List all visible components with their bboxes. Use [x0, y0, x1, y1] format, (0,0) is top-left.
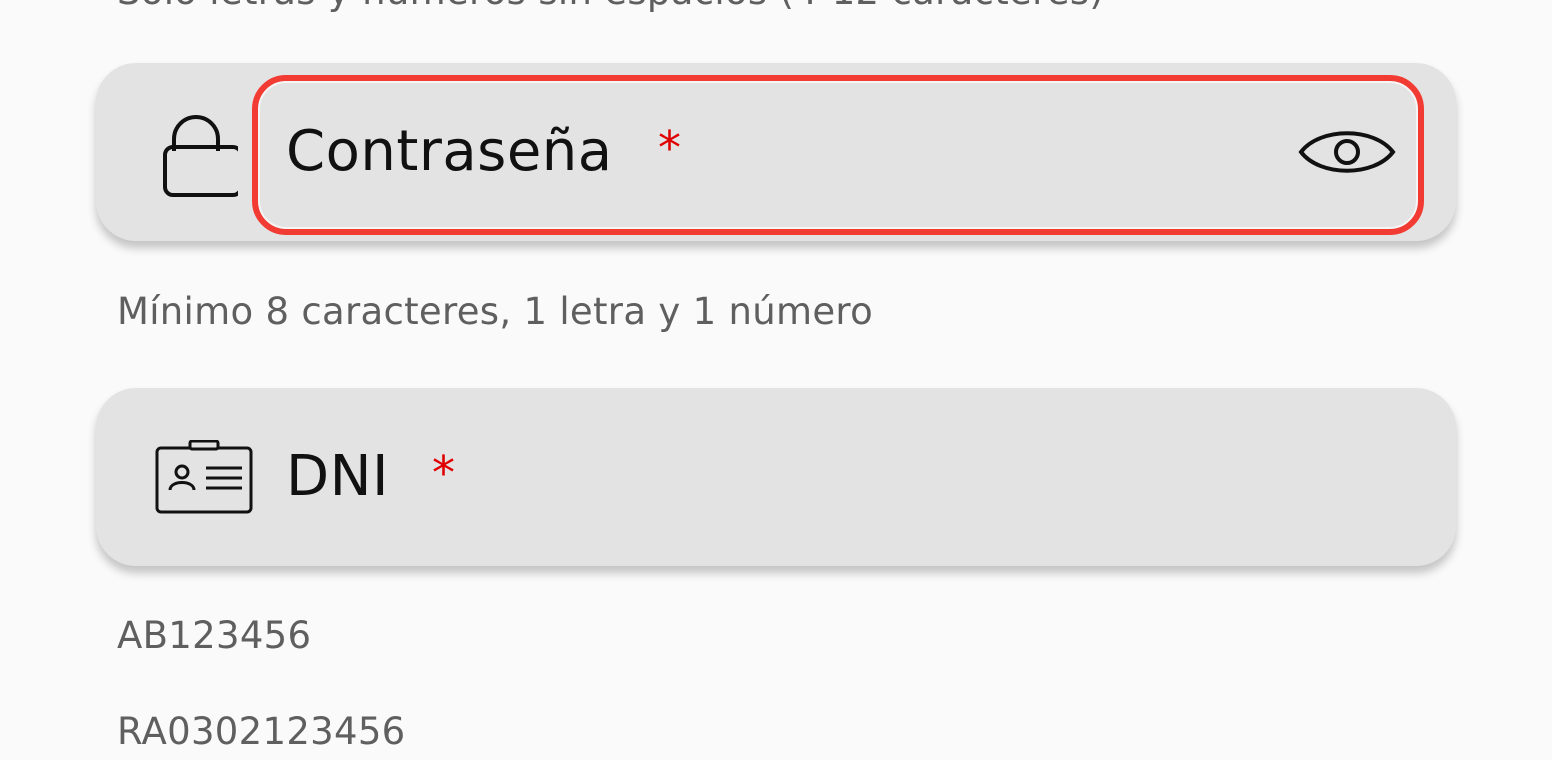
dni-hint-example-1: AB123456	[117, 614, 312, 657]
dni-label: DNI	[286, 444, 390, 509]
password-hint: Mínimo 8 caracteres, 1 letra y 1 número	[117, 290, 874, 333]
eye-icon[interactable]	[1298, 123, 1396, 181]
lock-icon	[163, 115, 238, 197]
id-card-icon	[155, 440, 253, 514]
password-label: Contraseña	[286, 119, 613, 184]
password-field-container[interactable]: Contraseña *	[96, 63, 1456, 241]
dni-required-mark: *	[432, 446, 455, 500]
password-required-mark: *	[658, 121, 681, 175]
previous-field-hint: Solo letras y números sin espacios (4-12…	[117, 0, 1104, 13]
dni-hint-example-2: RA0302123456	[117, 710, 406, 753]
dni-field-container[interactable]: DNI *	[96, 388, 1456, 566]
